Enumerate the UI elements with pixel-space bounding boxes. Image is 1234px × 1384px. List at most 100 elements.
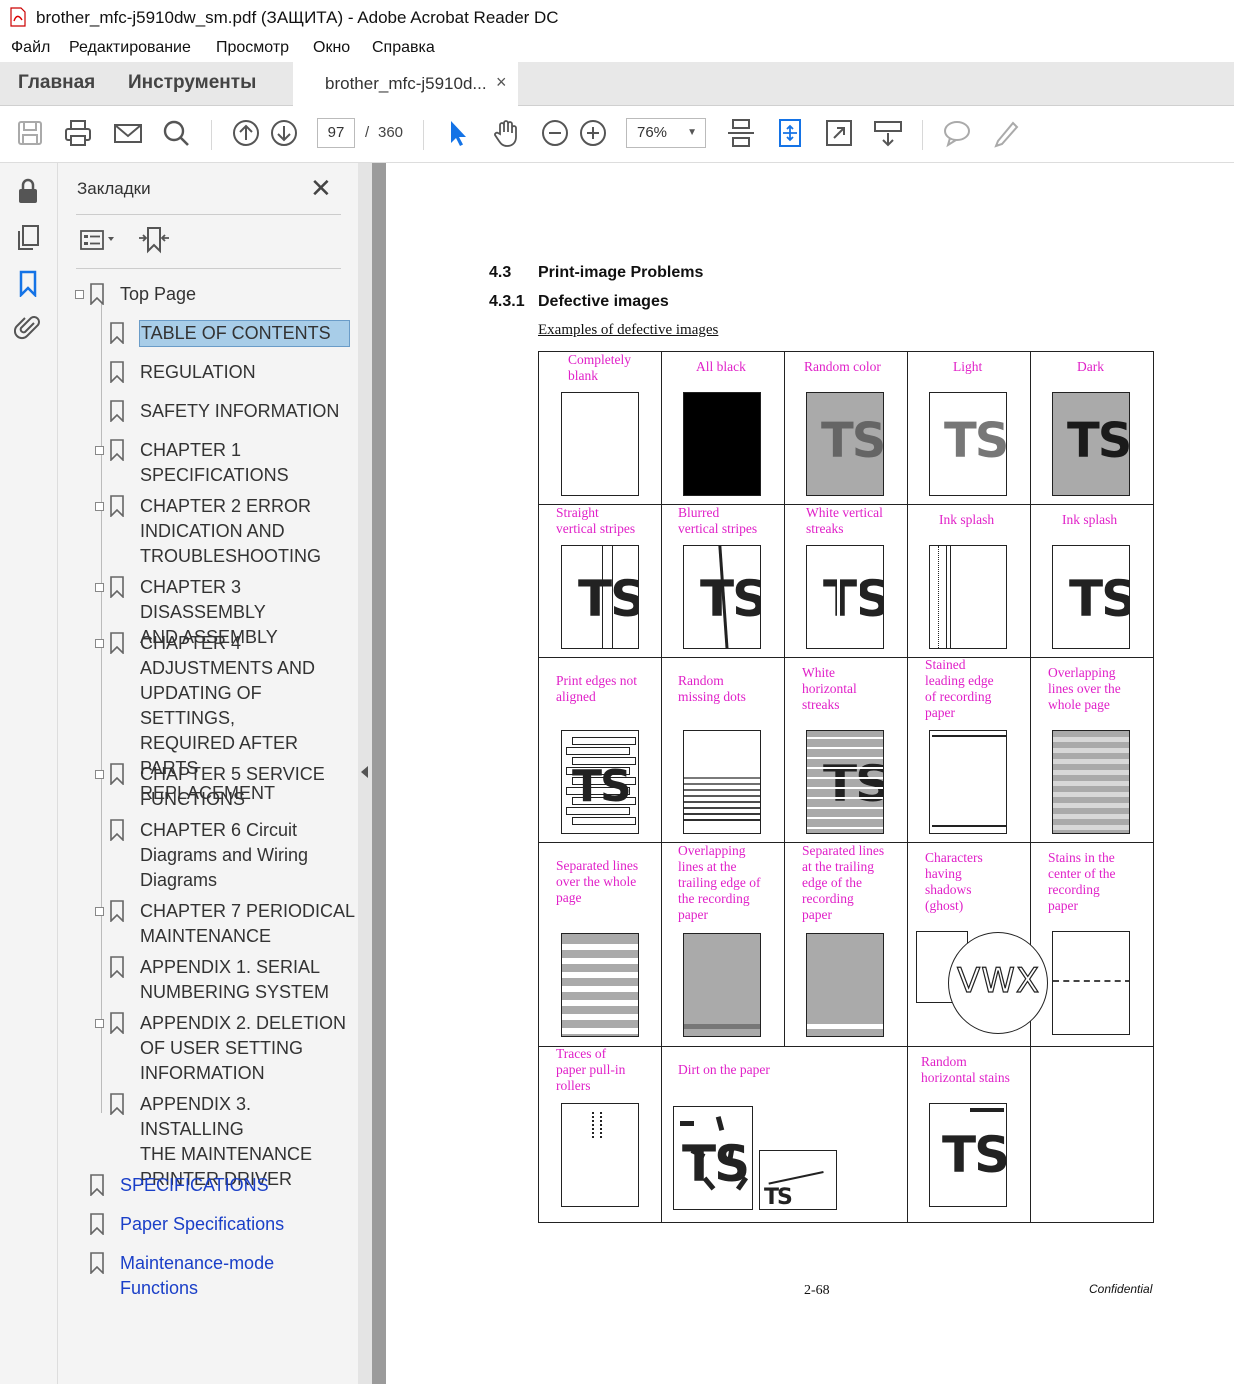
bookmark-item[interactable]: CHAPTER 5 SERVICE FUNCTIONS xyxy=(140,762,325,812)
expand-toggle[interactable] xyxy=(95,1019,104,1028)
plus-circle-icon xyxy=(580,120,606,146)
highlight-button[interactable] xyxy=(991,118,1021,148)
panel-splitter[interactable] xyxy=(358,163,372,1384)
ghost-magnifier: VWX xyxy=(948,932,1048,1034)
defect-sample-image xyxy=(561,1103,639,1207)
defect-label: Random color xyxy=(804,359,881,374)
defect-label: Dirt on the paper xyxy=(678,1062,770,1077)
bookmark-icon xyxy=(110,439,124,461)
confidential-label: Confidential xyxy=(1089,1282,1153,1296)
divider xyxy=(76,268,341,269)
full-screen-button[interactable] xyxy=(824,118,854,148)
expand-toggle[interactable] xyxy=(95,639,104,648)
expand-toggle[interactable] xyxy=(95,770,104,779)
window-title: brother_mfc-j5910dw_sm.pdf (ЗАЩИТА) - Ad… xyxy=(36,8,559,27)
zoom-out-button[interactable] xyxy=(540,118,570,148)
close-icon[interactable]: ✕ xyxy=(310,173,332,204)
sample-mark xyxy=(807,817,883,819)
hand-tool-button[interactable] xyxy=(491,118,521,148)
sample-mark xyxy=(1053,814,1129,819)
sample-mark xyxy=(684,813,760,815)
attachment-icon[interactable] xyxy=(14,313,42,341)
sample-mark xyxy=(1053,770,1129,775)
bookmark-label: CHAPTER 5 SERVICE FUNCTIONS xyxy=(140,764,325,809)
defect-label: Blurred vertical stripes xyxy=(678,505,758,536)
defect-label: Straight vertical stripes xyxy=(556,505,636,536)
menu-edit[interactable]: Редактирование xyxy=(69,39,191,57)
bookmark-item[interactable]: SPECIFICATIONS xyxy=(120,1173,269,1198)
expand-toggle[interactable] xyxy=(95,907,104,916)
comment-button[interactable] xyxy=(942,118,972,148)
select-tool-button[interactable] xyxy=(443,118,473,148)
subsection-title: Defective images xyxy=(538,293,669,310)
tab-close-button[interactable]: × xyxy=(496,72,507,93)
bookmark-item[interactable]: APPENDIX 2. DELETION OF USER SETTING INF… xyxy=(140,1011,346,1086)
defect-label: Completely blank xyxy=(568,352,631,383)
sample-mark xyxy=(1053,781,1129,786)
bookmarks-panel: Закладки ✕ Top Page TABLE OF CONTENTS REGU… xyxy=(58,163,358,1384)
menu-window[interactable]: Окно xyxy=(313,39,350,57)
bookmark-item[interactable]: CHAPTER 6 Circuit Diagrams and Wiring Di… xyxy=(140,818,308,893)
page-number-input[interactable]: 97 xyxy=(317,118,355,148)
search-button[interactable] xyxy=(161,118,191,148)
scroll-mode-button[interactable] xyxy=(873,118,903,148)
lock-icon[interactable] xyxy=(14,177,42,205)
menu-file[interactable]: Файл xyxy=(11,39,50,57)
bookmark-item[interactable]: TABLE OF CONTENTS xyxy=(139,320,350,347)
bookmark-item[interactable]: Top Page xyxy=(120,282,196,307)
sample-mark xyxy=(562,972,638,978)
defect-sample-image: TS xyxy=(806,392,884,496)
expand-toggle[interactable] xyxy=(95,583,104,592)
tab-tools[interactable]: Инструменты xyxy=(128,72,256,94)
next-page-button[interactable] xyxy=(269,118,299,148)
menu-help[interactable]: Справка xyxy=(372,39,435,57)
previous-page-button[interactable] xyxy=(231,118,261,148)
defect-sample-image: TS xyxy=(929,392,1007,496)
bookmark-item[interactable]: Maintenance-mode Functions xyxy=(120,1251,274,1301)
bookmark-item[interactable]: CHAPTER 7 PERIODICAL MAINTENANCE xyxy=(140,899,355,949)
sample-mark xyxy=(807,757,883,759)
tab-home[interactable]: Главная xyxy=(18,72,95,94)
collapse-panel-icon[interactable] xyxy=(361,766,368,778)
bookmark-item[interactable]: SAFETY INFORMATION xyxy=(140,399,339,424)
sample-ts-text: TS xyxy=(821,413,884,469)
expand-toggle[interactable] xyxy=(95,446,104,455)
sample-ts-text: TS xyxy=(764,1185,793,1210)
print-button[interactable] xyxy=(63,118,93,148)
sample-mark xyxy=(1053,759,1129,764)
menu-view[interactable]: Просмотр xyxy=(216,39,289,57)
save-button[interactable] xyxy=(15,118,45,148)
sample-mark xyxy=(857,546,860,648)
bookmark-item[interactable]: CHAPTER 1 SPECIFICATIONS xyxy=(140,438,289,488)
bookmark-item[interactable]: APPENDIX 1. SERIAL NUMBERING SYSTEM xyxy=(140,955,329,1005)
expand-toggle[interactable] xyxy=(75,290,84,299)
sample-mark xyxy=(562,958,638,964)
subsection-number: 4.3.1 xyxy=(489,293,525,310)
bookmark-panel-icon[interactable] xyxy=(14,269,42,297)
fit-page-button[interactable] xyxy=(775,118,805,148)
defect-sample-image: TS xyxy=(561,545,639,649)
bookmark-item[interactable]: Paper Specifications xyxy=(120,1212,284,1237)
sample-ts-text: TS xyxy=(823,755,884,813)
expand-bookmark-icon[interactable] xyxy=(138,225,170,255)
defect-sample-image: TS xyxy=(673,1106,753,1210)
pdf-file-icon xyxy=(10,7,26,27)
defect-sample-image: TS xyxy=(1052,545,1130,649)
tree-guide-line xyxy=(101,303,102,1113)
defect-label: Traces of paper pull-in rollers xyxy=(556,1046,626,1093)
page-total: 360 xyxy=(378,124,404,141)
bookmark-item[interactable]: REGULATION xyxy=(140,360,256,385)
zoom-in-button[interactable] xyxy=(578,118,608,148)
email-button[interactable] xyxy=(113,118,143,148)
page-navigation-mode-button[interactable] xyxy=(726,118,756,148)
bookmark-icon xyxy=(110,956,124,978)
expand-toggle[interactable] xyxy=(95,502,104,511)
zoom-select[interactable]: 76% ▼ xyxy=(626,118,706,148)
bookmark-label: SPECIFICATIONS xyxy=(120,1175,269,1195)
page-thumbnails-icon[interactable] xyxy=(14,223,42,251)
bookmark-options-icon[interactable] xyxy=(80,229,118,251)
tab-document[interactable]: brother_mfc-j5910d... × xyxy=(293,62,518,106)
sample-mark xyxy=(807,747,883,749)
toolbar-separator xyxy=(922,120,923,150)
bookmark-item[interactable]: CHAPTER 2 ERROR INDICATION AND TROUBLESH… xyxy=(140,494,321,569)
